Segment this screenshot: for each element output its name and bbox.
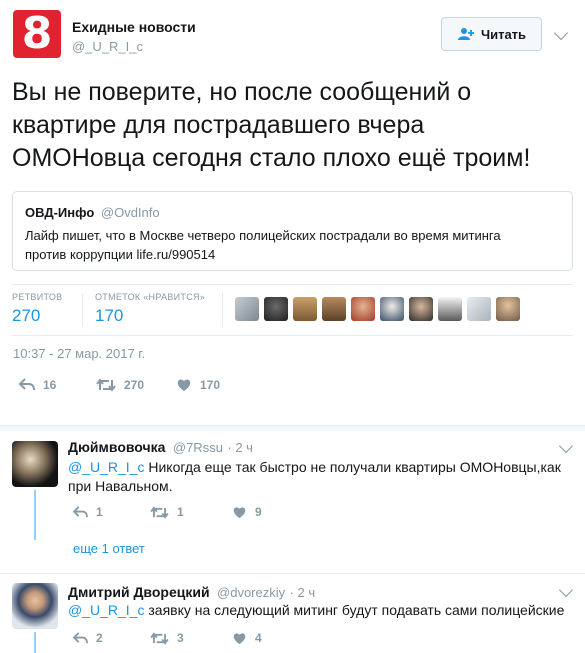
retweet-icon	[150, 505, 169, 519]
retweet-count: 1	[177, 505, 184, 519]
reply-menu-chevron-icon[interactable]	[558, 438, 574, 454]
reply-icon	[73, 631, 88, 643]
divider	[0, 573, 585, 574]
reply-text: Никогда еще так быстро не получали кварт…	[148, 459, 561, 475]
reply-author-handle[interactable]: @dvorezkiy	[217, 585, 285, 600]
liker-avatar[interactable]	[438, 297, 462, 321]
like-count: 9	[255, 505, 262, 519]
liker-avatar[interactable]	[467, 297, 491, 321]
reply-icon	[73, 505, 88, 517]
reply-action[interactable]: 16	[19, 378, 56, 392]
reply-mention[interactable]: @_U_R_I_c	[68, 602, 144, 618]
reply-text: заявку на следующий митинг будут подават…	[148, 602, 565, 618]
section-separator	[0, 425, 585, 431]
retweet-action[interactable]: 3	[150, 631, 184, 645]
liker-avatar[interactable]	[235, 297, 259, 321]
retweet-icon	[96, 378, 116, 392]
retweet-icon	[150, 631, 169, 645]
quoted-tweet[interactable]: ОВД-Инфо @OvdInfo Лайф пишет, что в Моск…	[12, 191, 573, 271]
author-name[interactable]: Ехидные новости	[72, 19, 196, 35]
retweet-count: 3	[177, 631, 184, 645]
reply-author-name[interactable]: Дюймвовочка	[68, 439, 165, 455]
liker-avatar[interactable]	[264, 297, 288, 321]
tweet-text: Вы не поверите, но после сообщений о ква…	[12, 76, 577, 175]
liker-avatars	[235, 297, 520, 321]
reply-avatar[interactable]	[12, 583, 58, 629]
heart-icon	[233, 506, 246, 518]
more-replies-link[interactable]: еще 1 ответ	[73, 541, 145, 556]
reply-time[interactable]: · 2 ч	[290, 585, 316, 600]
like-count: 4	[255, 631, 262, 645]
thread-line	[34, 490, 36, 540]
retweet-action[interactable]: 1	[150, 505, 184, 519]
quote-author-handle: @OvdInfo	[100, 205, 160, 220]
follow-button[interactable]: Читать	[441, 17, 542, 51]
author-avatar[interactable]: 8	[13, 10, 61, 58]
reply-count: 1	[96, 505, 103, 519]
quote-author-name: ОВД-Инфо	[25, 205, 95, 220]
reply-author-name[interactable]: Дмитрий Дворецкий	[68, 584, 210, 600]
likes-label: ОТМЕТОК «НРАВИТСЯ»	[95, 292, 206, 302]
tweet-text-line: Вы не поверите, но после сообщений о	[12, 78, 472, 106]
reply-author-handle[interactable]: @7Rssu	[173, 440, 223, 455]
reply-action[interactable]: 2	[73, 631, 103, 645]
divider	[12, 284, 573, 285]
like-action[interactable]: 9	[232, 505, 262, 519]
like-count: 170	[200, 378, 221, 392]
retweets-stat[interactable]: РЕТВИТОВ 270	[12, 292, 62, 326]
liker-avatar[interactable]	[293, 297, 317, 321]
tweet-menu-chevron-icon[interactable]	[553, 25, 569, 41]
liker-avatar[interactable]	[351, 297, 375, 321]
retweets-count: 270	[12, 306, 41, 325]
follow-button-label: Читать	[480, 26, 527, 42]
like-action[interactable]: 170	[176, 378, 220, 392]
likes-count: 170	[95, 306, 124, 325]
reply-icon	[19, 378, 35, 391]
reply-text: при Навальном.	[68, 478, 173, 494]
tweet-text-line: ОМОНовца сегодня стало плохо ещё троим!	[12, 144, 531, 172]
divider	[12, 335, 573, 336]
stat-divider	[222, 293, 223, 327]
heart-icon	[233, 632, 246, 644]
author-handle[interactable]: @_U_R_I_c	[72, 39, 143, 54]
follow-user-icon	[457, 28, 474, 40]
reply-count: 16	[43, 378, 57, 392]
liker-avatar[interactable]	[409, 297, 433, 321]
reply-avatar[interactable]	[12, 441, 58, 487]
retweet-action[interactable]: 270	[96, 378, 144, 392]
tweet-text-line: квартире для пострадавшего вчера	[12, 111, 425, 139]
like-action[interactable]: 4	[232, 631, 262, 645]
reply-time[interactable]: · 2 ч	[227, 440, 253, 455]
stat-divider	[82, 293, 83, 327]
quote-text-line: Лайф пишет, что в Москве четверо полицей…	[25, 228, 501, 243]
liker-avatar[interactable]	[496, 297, 520, 321]
retweets-label: РЕТВИТОВ	[12, 292, 63, 302]
tweet-timestamp[interactable]: 10:37 - 27 мар. 2017 г.	[13, 346, 145, 361]
retweet-count: 270	[124, 378, 145, 392]
heart-icon	[177, 379, 191, 391]
likes-stat[interactable]: ОТМЕТОК «НРАВИТСЯ» 170	[95, 292, 205, 326]
reply-mention[interactable]: @_U_R_I_c	[68, 459, 144, 475]
avatar-logo-char: 8	[21, 8, 53, 59]
reply-action[interactable]: 1	[73, 505, 103, 519]
liker-avatar[interactable]	[380, 297, 404, 321]
thread-line	[34, 632, 36, 653]
quote-text-line: против коррупции life.ru/990514	[25, 247, 216, 262]
reply-menu-chevron-icon[interactable]	[558, 582, 574, 598]
reply-count: 2	[96, 631, 103, 645]
liker-avatar[interactable]	[322, 297, 346, 321]
